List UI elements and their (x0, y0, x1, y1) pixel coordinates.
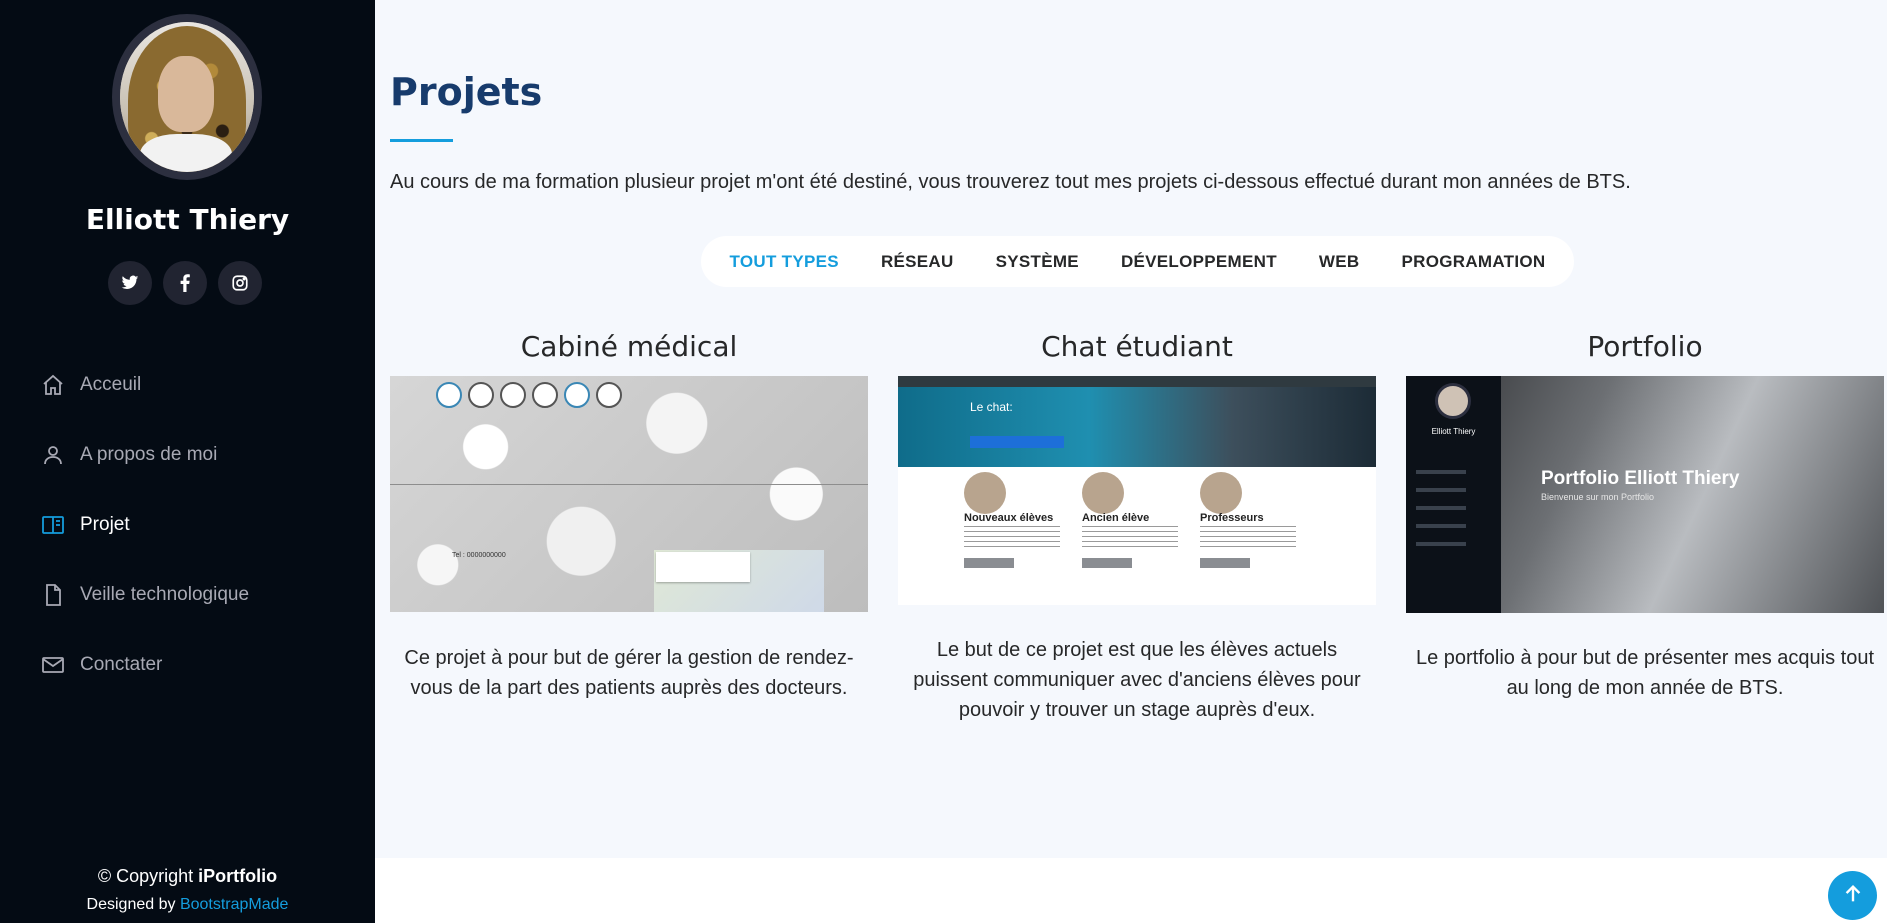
project-description: Le but de ce projet est que les élèves a… (913, 639, 1361, 721)
map-preview (654, 550, 824, 612)
profile-photo (120, 22, 254, 172)
filter-reseau[interactable]: RÉSEAU (860, 252, 975, 272)
book-icon (40, 512, 66, 538)
project-card: Portfolio Elliott Thiery Portfolio Ellio… (1406, 330, 1884, 703)
filter-systeme[interactable]: SYSTÈME (975, 252, 1100, 272)
twitter-icon[interactable] (108, 261, 152, 305)
thumb-header-label: Le chat: (970, 400, 1013, 414)
footer-copyright: © Copyright iPortfolio (97, 866, 278, 886)
profile-name: Elliott Thiery (85, 203, 290, 236)
main-content: Projets Au cours de ma formation plusieu… (375, 0, 1887, 858)
footer-credit: Designed by BootstrapMade (86, 896, 289, 913)
sidebar: Elliott Thiery Acceuil A propos de moi P… (0, 0, 375, 923)
virus-icon (596, 382, 622, 408)
home-icon (40, 372, 66, 398)
bootstrapmade-link[interactable]: BootstrapMade (180, 896, 289, 913)
nav-item-a-propos[interactable]: A propos de moi (0, 420, 375, 490)
project-thumbnail[interactable]: Tel : 0000000000 (390, 376, 868, 612)
project-thumbnail[interactable]: Le chat: Nouveaux élèves Ancien élève Pr… (898, 376, 1376, 605)
project-description: Ce projet à pour but de gérer la gestion… (404, 647, 854, 699)
hospital-icon (468, 382, 494, 408)
filter-web[interactable]: WEB (1298, 252, 1381, 272)
airplane-icon (564, 382, 590, 408)
envelope-icon (40, 652, 66, 678)
project-card: Chat étudiant Le chat: Nouveaux élèves A… (898, 330, 1376, 725)
file-icon (40, 582, 66, 608)
avatar (112, 14, 262, 180)
page-title: Projets (390, 70, 543, 114)
heart-icon (436, 382, 462, 408)
filter-tout-types[interactable]: TOUT TYPES (709, 252, 860, 272)
tel-line: Tel : 0000000000 (452, 552, 506, 559)
facebook-icon[interactable] (163, 261, 207, 305)
project-title: Cabiné médical (520, 330, 738, 363)
instagram-icon[interactable] (218, 261, 262, 305)
project-title: Portfolio (1587, 330, 1703, 363)
title-underline (390, 139, 453, 142)
intro-text: Au cours de ma formation plusieur projet… (390, 171, 1631, 193)
project-card: Cabiné médical Tel : 0000000000 Ce proje… (390, 330, 868, 703)
bandage-icon (532, 382, 558, 408)
nav-label: Conctater (80, 654, 163, 675)
doctor-icon (500, 382, 526, 408)
project-thumbnail[interactable]: Elliott Thiery Portfolio Elliott Thiery … (1406, 376, 1884, 613)
project-title: Chat étudiant (1041, 330, 1233, 363)
thumb-subline: Bienvenue sur mon Portfolio (1541, 492, 1655, 502)
nav-item-conctater[interactable]: Conctater (0, 630, 375, 700)
sidebar-nav: Acceuil A propos de moi Projet Veille te… (0, 350, 375, 700)
arrow-up-icon (1842, 883, 1864, 909)
nav-item-projet[interactable]: Projet (0, 490, 375, 560)
project-description: Le portfolio à pour but de présenter mes… (1415, 647, 1875, 699)
filter-programation[interactable]: PROGRAMATION (1380, 252, 1566, 272)
nav-label: A propos de moi (80, 444, 218, 465)
nav-label: Acceuil (80, 374, 142, 395)
back-to-top-button[interactable] (1828, 871, 1877, 920)
nav-item-veille[interactable]: Veille technologique (0, 560, 375, 630)
thumb-headline: Portfolio Elliott Thiery (1541, 468, 1740, 489)
social-links (108, 261, 262, 305)
nav-label: Projet (80, 514, 130, 535)
nav-item-acceuil[interactable]: Acceuil (0, 350, 375, 420)
nav-label: Veille technologique (80, 584, 250, 605)
person-icon (40, 442, 66, 468)
project-filters: TOUT TYPES RÉSEAU SYSTÈME DÉVELOPPEMENT … (701, 236, 1574, 287)
filter-developpement[interactable]: DÉVELOPPEMENT (1100, 252, 1298, 272)
